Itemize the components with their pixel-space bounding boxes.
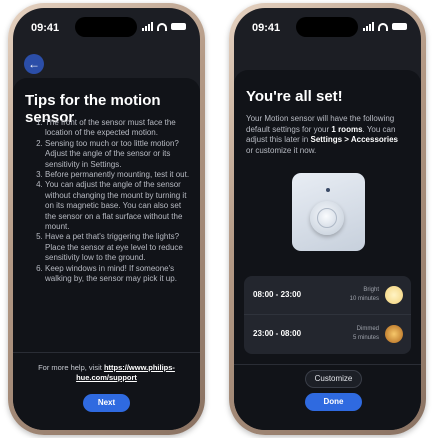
done-button[interactable]: Done: [305, 393, 362, 411]
time-range: 23:00 - 08:00: [253, 329, 302, 338]
battery-icon: [392, 23, 407, 30]
list-item: Sensing too much or too little motion? A…: [45, 139, 190, 170]
scene-duration: 10 minutes: [349, 296, 379, 302]
schedule-row[interactable]: 08:00 - 23:00 Bright 10 minutes: [244, 276, 411, 315]
motion-sensor-image: [292, 173, 365, 251]
list-item: Have a pet that's triggering the lights?…: [45, 232, 190, 263]
tips-list: The front of the sensor must face the lo…: [21, 118, 190, 285]
battery-icon: [171, 23, 186, 30]
help-prefix: For more help, visit: [38, 363, 104, 372]
dimmed-scene-icon: [385, 325, 403, 343]
rooms-count: 1 rooms: [331, 124, 363, 134]
divider: [13, 352, 200, 353]
dynamic-island: [296, 17, 358, 37]
list-item: Before permanently mounting, test it out…: [45, 170, 190, 180]
tips-screen: 09:41 ← Tips for the motion sensor The f…: [13, 8, 200, 430]
sensor-lens-icon: [310, 201, 344, 235]
help-text: For more help, visit https://www.philips…: [29, 363, 184, 383]
time-range: 08:00 - 23:00: [253, 290, 302, 299]
schedule-card: 08:00 - 23:00 Bright 10 minutes 23:00 - 0…: [244, 276, 411, 354]
divider: [234, 364, 421, 365]
status-time: 09:41: [252, 22, 281, 34]
bright-scene-icon: [385, 286, 403, 304]
signal-icon: [142, 22, 153, 31]
back-arrow-icon[interactable]: ←: [24, 54, 44, 74]
wifi-icon: [157, 22, 167, 31]
scene-name: Bright: [363, 287, 379, 293]
settings-path: Settings > Accessories: [310, 135, 399, 144]
status-time: 09:41: [31, 22, 60, 34]
list-item: The front of the sensor must face the lo…: [45, 118, 190, 139]
wifi-icon: [378, 22, 388, 31]
status-bar: 09:41: [13, 8, 200, 48]
customize-button[interactable]: Customize: [305, 370, 362, 388]
scene-duration: 5 minutes: [352, 335, 379, 341]
next-button[interactable]: Next: [83, 394, 130, 412]
done-screen: 09:41 You're all set! Your Motion sensor…: [234, 8, 421, 430]
intro-text: Your Motion sensor will have the followi…: [246, 114, 407, 156]
page-title: You're all set!: [246, 88, 343, 105]
signal-icon: [363, 22, 374, 31]
phone-frame-tips: 09:41 ← Tips for the motion sensor The f…: [8, 3, 205, 435]
list-item: Keep windows in mind! If someone's walki…: [45, 264, 190, 285]
intro-part: or customize it now.: [246, 145, 317, 155]
sensor-led-icon: [326, 188, 330, 192]
phone-frame-done: 09:41 You're all set! Your Motion sensor…: [229, 3, 426, 435]
list-item: You can adjust the angle of the sensor w…: [45, 180, 190, 232]
scene-name: Dimmed: [356, 326, 379, 332]
schedule-row[interactable]: 23:00 - 08:00 Dimmed 5 minutes: [244, 315, 411, 354]
scene-info: Bright 10 minutes: [350, 286, 379, 304]
dynamic-island: [75, 17, 137, 37]
status-bar: 09:41: [234, 8, 421, 48]
scene-info: Dimmed 5 minutes: [353, 325, 379, 343]
